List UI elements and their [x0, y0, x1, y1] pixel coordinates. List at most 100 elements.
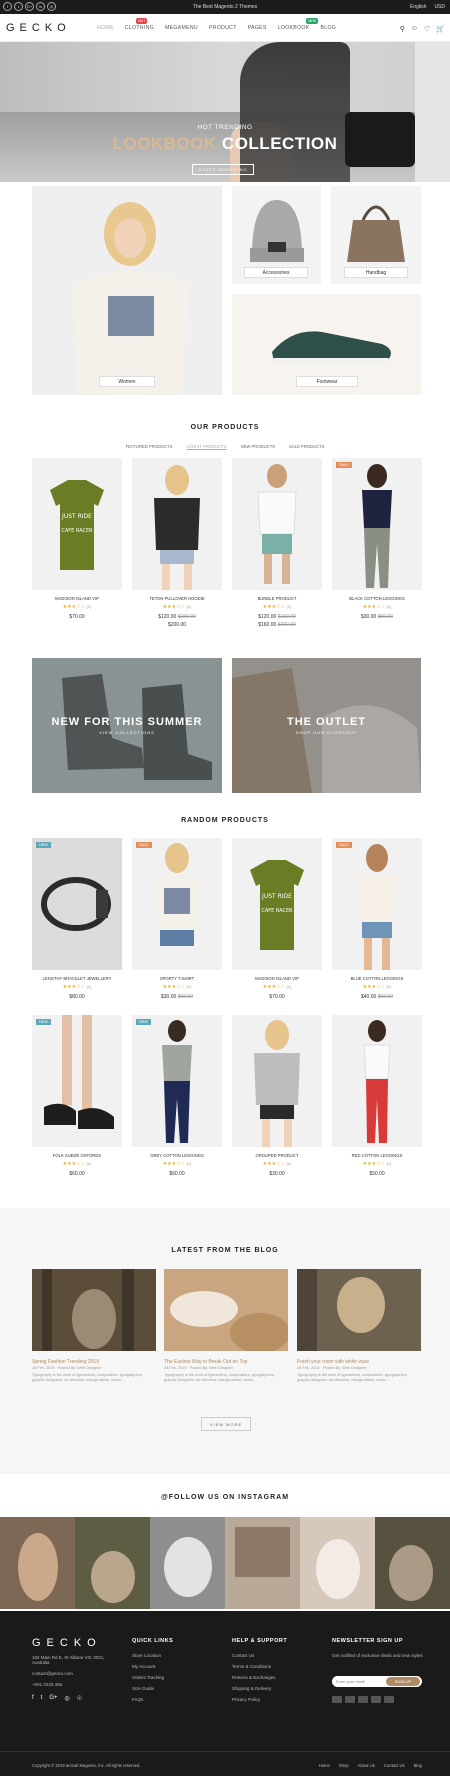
product-name[interactable]: BLACK COTTON LEGGINGS — [332, 596, 422, 601]
pinterest-icon[interactable]: ☉ — [77, 1695, 82, 1702]
footer-email[interactable]: contact@gecko.com — [32, 1671, 122, 1676]
footer-link[interactable]: Size Guide — [132, 1686, 173, 1691]
blog-image[interactable] — [32, 1269, 156, 1351]
footer-link[interactable]: My Account — [132, 1664, 173, 1669]
product-image[interactable]: NEW — [132, 1015, 222, 1147]
tab-new[interactable]: NEW PRODUCTS — [241, 444, 275, 449]
tab-sale[interactable]: SALE PRODUCTS — [289, 444, 324, 449]
promo-outlet-link[interactable]: SHOP OUR CLOSEOUT — [232, 730, 421, 735]
category-women-label[interactable]: Women — [99, 376, 155, 387]
category-footwear[interactable]: Footwear — [232, 294, 421, 395]
product-image[interactable]: JUST RIDE CAFE RACER — [232, 838, 322, 970]
footer-link[interactable]: Privacy Policy — [232, 1697, 287, 1702]
product-rating: ★★★☆☆ (1) — [32, 1161, 122, 1167]
price-current: $30.00 — [361, 614, 377, 620]
instagram-photo[interactable] — [300, 1517, 375, 1609]
sign-up-button[interactable]: SIGN UP — [386, 1677, 420, 1686]
rating-stars: ★★★☆☆ — [162, 604, 186, 610]
footer-logo[interactable]: GECKO — [32, 1637, 102, 1649]
language-select[interactable]: English — [410, 4, 426, 10]
product-rating: ★★★☆☆ (1) — [332, 1161, 422, 1167]
tab-latest[interactable]: LATEST PRODUCTS — [187, 444, 227, 449]
search-icon[interactable]: ⚲ — [400, 25, 405, 33]
top-promo-text[interactable]: The Best Magento 2 Themes — [0, 4, 450, 10]
product-name[interactable]: FOLK SUEDE OXFORDS — [32, 1153, 122, 1158]
category-handbag-label[interactable]: Handbag — [344, 267, 408, 278]
footer-link[interactable]: Terms & Conditions — [232, 1664, 287, 1669]
promo-outlet[interactable]: THE OUTLET SHOP OUR CLOSEOUT — [232, 658, 421, 793]
nav-pages[interactable]: PAGES — [248, 25, 267, 31]
nav-clothing[interactable]: CLOTHING — [125, 25, 154, 31]
nav-lookbook[interactable]: LOOKBOOK — [278, 25, 310, 31]
blog-title[interactable]: The Easiest Way to Break Out on Top — [164, 1359, 247, 1365]
heart-icon[interactable]: ♡ — [424, 25, 430, 33]
footer-link[interactable]: Contact Us — [232, 1653, 287, 1658]
nav-blog[interactable]: BLOG — [321, 25, 337, 31]
product-image[interactable]: NEW — [32, 1015, 122, 1147]
footer-home-link[interactable]: Home — [319, 1763, 330, 1768]
site-logo[interactable]: GECKO — [6, 22, 71, 34]
product-name[interactable]: GROUPED PRODUCT — [232, 1153, 322, 1158]
blog-title[interactable]: Fresh your room with white vase — [297, 1359, 369, 1365]
product-image[interactable]: SALE — [332, 458, 422, 590]
footer-shop-link[interactable]: Shop — [339, 1763, 349, 1768]
product-image[interactable]: NEW — [32, 838, 122, 970]
footer-contact-link[interactable]: Contact Us — [384, 1763, 405, 1768]
promo-summer-link[interactable]: VIEW COLLECTIONS — [32, 730, 222, 735]
footer-link[interactable]: Orders Tracking — [132, 1675, 173, 1680]
product-image[interactable] — [132, 458, 222, 590]
tab-featured[interactable]: FEATURED PRODUCTS — [126, 444, 173, 449]
product-name[interactable]: BLUE COTTON LEGGINGS — [332, 976, 422, 981]
product-name[interactable]: SPORTY T-SHIRT — [132, 976, 222, 981]
nav-megamenu[interactable]: MEGAMENU — [165, 25, 198, 31]
view-more-button[interactable]: VIEW MORE — [201, 1417, 251, 1431]
category-accessories[interactable]: Accessories — [232, 186, 321, 284]
footer-help: HELP & SUPPORT Contact Us Terms & Condit… — [232, 1638, 287, 1708]
footer-link[interactable]: Store Location — [132, 1653, 173, 1658]
product-name[interactable]: MADISON ISLAND VIP — [232, 976, 322, 981]
product-image[interactable]: SALE — [132, 838, 222, 970]
blog-image[interactable] — [164, 1269, 288, 1351]
facebook-icon[interactable]: f — [32, 1695, 34, 1702]
product-image[interactable] — [232, 458, 322, 590]
footer-link[interactable]: FAQs — [132, 1697, 173, 1702]
instagram-photo[interactable] — [75, 1517, 150, 1609]
instagram-photo[interactable] — [150, 1517, 225, 1609]
footer-phone[interactable]: +001 2233 456 — [32, 1682, 122, 1687]
instagram-photo[interactable] — [0, 1517, 75, 1609]
start-shopping-button[interactable]: START SHOPPING — [192, 164, 254, 175]
footer-about-link[interactable]: About Us — [358, 1763, 375, 1768]
product-name[interactable]: GREY COTTON LEGGINGS — [132, 1153, 222, 1158]
product-name[interactable]: BUNDLE PRODUCT — [232, 596, 322, 601]
product-image[interactable]: JUST RIDE CAFE RACER — [32, 458, 122, 590]
google-plus-icon[interactable]: G+ — [49, 1695, 57, 1702]
currency-select[interactable]: USD — [434, 4, 445, 10]
footer-link[interactable]: Shipping & Delivery — [232, 1686, 287, 1691]
product-image[interactable] — [232, 1015, 322, 1147]
promo-summer[interactable]: NEW FOR THIS SUMMER VIEW COLLECTIONS — [32, 658, 222, 793]
product-name[interactable]: TETON PULLOVER HOODIE — [132, 596, 222, 601]
product-name[interactable]: LENGTHY BRACELET JEWELLERY — [32, 976, 122, 981]
nav-product[interactable]: PRODUCT — [209, 25, 237, 31]
user-icon[interactable]: ☺ — [411, 25, 418, 33]
women-image — [72, 202, 188, 395]
instagram-photo[interactable] — [375, 1517, 450, 1609]
footer-link[interactable]: Returns & Exchanges — [232, 1675, 287, 1680]
category-women[interactable]: Women — [32, 186, 222, 395]
category-handbag[interactable]: Handbag — [331, 186, 421, 284]
product-name[interactable]: MADISON ISLAND VIP — [32, 596, 122, 601]
footer-blog-link[interactable]: Blog — [414, 1763, 422, 1768]
product-image[interactable]: SALE — [332, 838, 422, 970]
nav-home[interactable]: HOME — [97, 25, 114, 31]
cart-icon[interactable]: 🛒 — [436, 25, 445, 33]
blog-title[interactable]: Spring Fashion Trending 2019 — [32, 1359, 99, 1365]
product-name[interactable]: RED COTTON LEGGINGS — [332, 1153, 422, 1158]
twitter-icon[interactable]: t — [41, 1695, 43, 1702]
category-footwear-label[interactable]: Footwear — [296, 376, 358, 387]
blog-image[interactable] — [297, 1269, 421, 1351]
instagram-icon[interactable]: ◎ — [65, 1695, 70, 1702]
instagram-photo[interactable] — [225, 1517, 300, 1609]
product-image[interactable] — [332, 1015, 422, 1147]
category-accessories-label[interactable]: Accessories — [244, 267, 308, 278]
rating-count: (1) — [386, 1161, 392, 1166]
